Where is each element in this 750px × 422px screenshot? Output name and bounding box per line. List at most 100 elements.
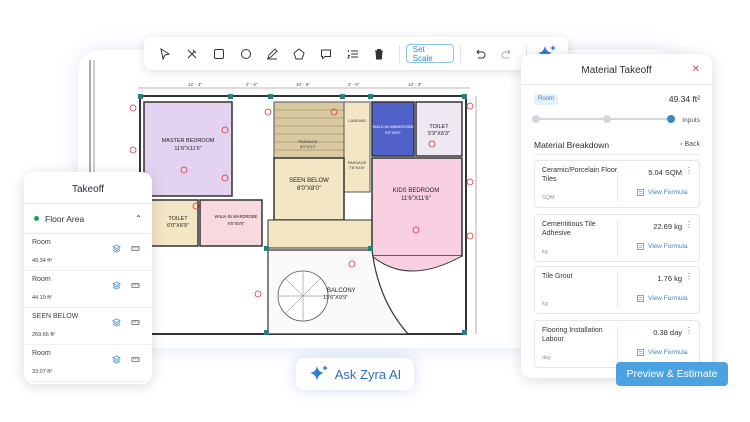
- view-formula-link[interactable]: View Formula: [637, 189, 688, 196]
- svg-text:2' - 6": 2' - 6": [246, 82, 258, 87]
- item-value: 44.19 ft²: [32, 295, 53, 301]
- room-badge: Room: [534, 94, 559, 105]
- preview-estimate-button[interactable]: Preview & Estimate: [616, 362, 728, 386]
- ruler-icon[interactable]: [131, 351, 140, 369]
- svg-text:5'9"X6'3": 5'9"X6'3": [428, 131, 450, 137]
- material-name: Flooring Installation Labour: [542, 327, 603, 343]
- layers-icon[interactable]: [112, 277, 121, 295]
- inputs-label[interactable]: Inputs: [682, 117, 700, 124]
- divider: [534, 154, 700, 155]
- svg-text:12' - 3": 12' - 3": [188, 82, 202, 87]
- svg-text:TOILET: TOILET: [429, 124, 449, 130]
- material-value: 1.76 kg: [657, 274, 682, 283]
- toolbar-divider: [398, 44, 400, 63]
- rectangle-icon[interactable]: [206, 40, 233, 67]
- undo-icon[interactable]: [467, 40, 494, 67]
- svg-text:6'0"X6'9": 6'0"X6'9": [167, 223, 189, 229]
- drawing-toolbar: Set Scale: [144, 37, 568, 70]
- item-value: 33.07 ft²: [32, 369, 53, 375]
- svg-text:6'6"X5'9": 6'6"X5'9": [228, 221, 245, 226]
- svg-text:MASTER BEDROOM: MASTER BEDROOM: [162, 138, 215, 144]
- svg-text:5'0"X6'0": 5'0"X6'0": [385, 130, 402, 135]
- room-area-value: 49.34 ft²: [668, 94, 700, 104]
- material-card[interactable]: Tile Grout kg 1.76 kg ⋮ View Formula: [534, 266, 700, 314]
- floor-area-group[interactable]: Floor Area ⌃: [24, 204, 152, 234]
- kebab-menu-icon[interactable]: ⋮: [685, 166, 693, 175]
- pen-crossed-icon[interactable]: [179, 40, 206, 67]
- svg-text:BALCONY: BALCONY: [327, 288, 356, 294]
- item-value: 269.66 ft²: [32, 332, 56, 338]
- material-card[interactable]: Flooring Installation Labour day 0.38 da…: [534, 320, 700, 368]
- material-name: Cementitious Tile Adhesive: [542, 221, 596, 237]
- takeoff-item[interactable]: Room 49.34 ft²: [24, 234, 152, 271]
- takeoff-item[interactable]: Room 33.07 ft²: [24, 345, 152, 382]
- circle-icon[interactable]: [232, 40, 259, 67]
- svg-text:SEEN BELOW: SEEN BELOW: [289, 178, 329, 184]
- ask-ai-label: Ask Zyra AI: [334, 366, 402, 382]
- card-divider: [617, 326, 618, 362]
- list-icon[interactable]: [339, 40, 366, 67]
- material-name: Ceramic/Porcelain Floor Tiles: [542, 167, 618, 183]
- group-label: Floor Area: [45, 213, 85, 224]
- calculator-icon: [637, 189, 644, 196]
- ask-ai-button[interactable]: Ask Zyra AI: [296, 358, 414, 390]
- cursor-icon[interactable]: [152, 40, 179, 67]
- material-unit: SQM: [542, 195, 555, 201]
- back-button[interactable]: ‹ Back: [680, 141, 700, 148]
- svg-text:11'6"X11'6": 11'6"X11'6": [174, 146, 201, 152]
- close-icon[interactable]: ✕: [692, 64, 700, 75]
- svg-text:WALK-IN WARDROBE: WALK-IN WARDROBE: [215, 214, 258, 219]
- polygon-icon[interactable]: [286, 40, 313, 67]
- view-formula-link[interactable]: View Formula: [637, 295, 688, 302]
- chevron-up-icon[interactable]: ⌃: [135, 214, 142, 223]
- kebab-menu-icon[interactable]: ⋮: [685, 272, 693, 281]
- panel-title: Material Takeoff: [581, 65, 652, 76]
- set-scale-button[interactable]: Set Scale: [405, 44, 454, 63]
- svg-text:KIDS BEDROOM: KIDS BEDROOM: [393, 188, 440, 194]
- material-name: Tile Grout: [542, 273, 573, 280]
- svg-text:LANDING: LANDING: [348, 118, 366, 123]
- material-card[interactable]: Ceramic/Porcelain Floor Tiles SQM 5.04 S…: [534, 160, 700, 208]
- step-dot[interactable]: [603, 115, 611, 123]
- kebab-menu-icon[interactable]: ⋮: [685, 326, 693, 335]
- material-unit: day: [542, 355, 551, 361]
- material-card[interactable]: Cementitious Tile Adhesive kg 22.69 kg ⋮…: [534, 214, 700, 262]
- status-dot: [34, 216, 39, 221]
- material-unit: kg: [542, 249, 548, 255]
- comment-icon[interactable]: [313, 40, 340, 67]
- step-dot-active[interactable]: [667, 115, 675, 123]
- view-formula-link[interactable]: View Formula: [637, 243, 688, 250]
- material-takeoff-panel: Material Takeoff ✕ Room 49.34 ft² Inputs…: [521, 54, 712, 378]
- item-value: 49.34 ft²: [32, 258, 53, 264]
- svg-text:2' - 6": 2' - 6": [348, 82, 360, 87]
- takeoff-item[interactable]: Room 44.19 ft²: [24, 271, 152, 308]
- step-dot[interactable]: [532, 115, 540, 123]
- view-formula-link[interactable]: View Formula: [637, 349, 688, 356]
- ruler-icon[interactable]: [131, 240, 140, 258]
- svg-text:11'6"X11'6": 11'6"X11'6": [401, 196, 431, 202]
- trash-icon[interactable]: [366, 40, 393, 67]
- sparkle-icon: [309, 365, 328, 381]
- toolbar-divider: [459, 44, 461, 63]
- takeoff-item[interactable]: SEEN BELOW 269.66 ft²: [24, 308, 152, 345]
- redo-icon[interactable]: [493, 40, 520, 67]
- layers-icon[interactable]: [112, 240, 121, 258]
- takeoff-title: Takeoff: [24, 172, 152, 204]
- pen-icon[interactable]: [259, 40, 286, 67]
- card-divider: [617, 272, 618, 308]
- svg-text:10' - 6": 10' - 6": [296, 82, 310, 87]
- ruler-icon[interactable]: [131, 314, 140, 332]
- svg-text:8'0"X3'3": 8'0"X3'3": [300, 144, 317, 149]
- svg-text:12' - 3": 12' - 3": [408, 82, 422, 87]
- svg-text:8'0"X8'0": 8'0"X8'0": [297, 186, 321, 192]
- svg-text:TOILET: TOILET: [168, 216, 188, 222]
- breakdown-title: Material Breakdown: [534, 140, 610, 150]
- card-divider: [617, 166, 618, 202]
- material-unit: kg: [542, 301, 548, 307]
- layers-icon[interactable]: [112, 351, 121, 369]
- material-value: 0.38 day: [653, 328, 682, 337]
- ruler-icon[interactable]: [131, 277, 140, 295]
- kebab-menu-icon[interactable]: ⋮: [685, 220, 693, 229]
- svg-text:13'6"X9'9": 13'6"X9'9": [323, 295, 348, 301]
- layers-icon[interactable]: [112, 314, 121, 332]
